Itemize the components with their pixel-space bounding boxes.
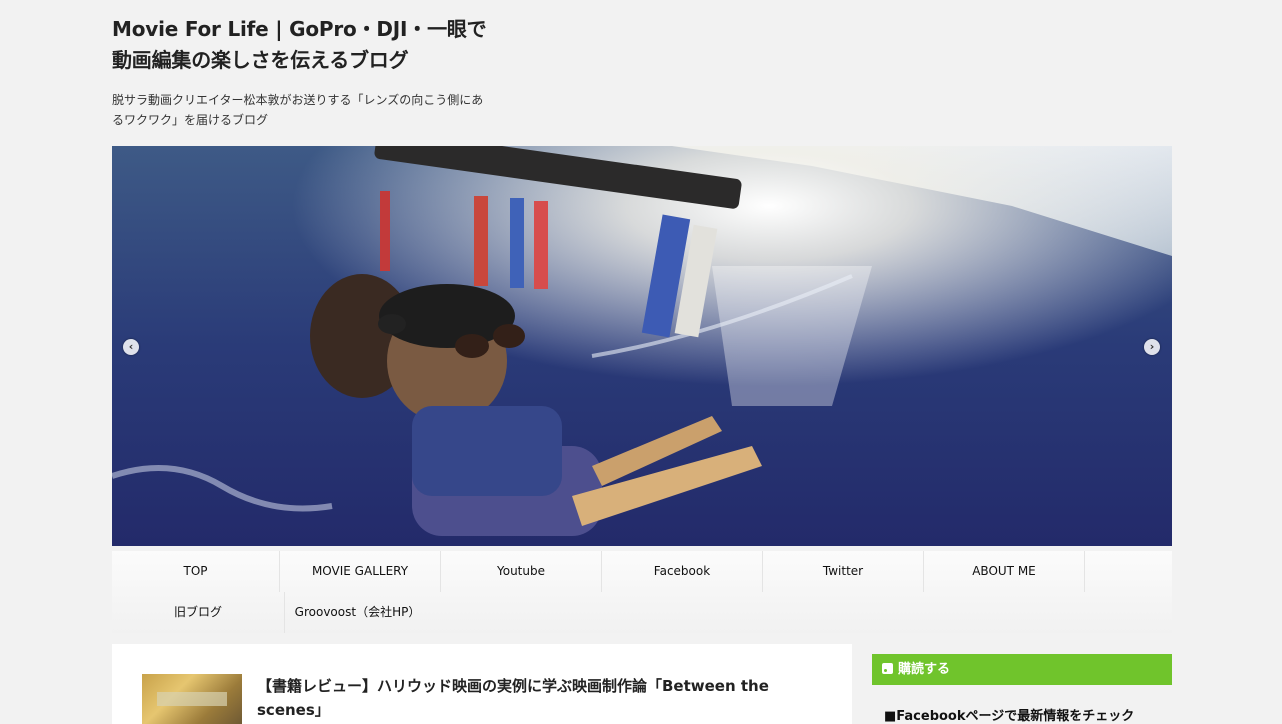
nav-item-movie-gallery[interactable]: MOVIE GALLERY bbox=[280, 551, 441, 592]
nav-item-twitter[interactable]: Twitter bbox=[763, 551, 924, 592]
nav-item-old-blog[interactable]: 旧ブログ bbox=[112, 592, 285, 633]
nav-item-about-me[interactable]: ABOUT ME bbox=[924, 551, 1085, 592]
hero-slider[interactable]: ‹ › bbox=[112, 146, 1172, 546]
sidebar-heading-label: 購読する bbox=[898, 662, 951, 677]
nav-item-company-hp[interactable]: Groovoost（会社HP） bbox=[285, 592, 430, 633]
nav-row-1: TOP MOVIE GALLERY Youtube Facebook Twitt… bbox=[112, 551, 1172, 592]
sidebar-subscribe-heading: 購読する bbox=[872, 654, 1172, 685]
rss-icon bbox=[882, 663, 893, 674]
site-title-line1[interactable]: Movie For Life | GoPro・DJI・一眼で bbox=[112, 17, 487, 41]
nav-item-youtube[interactable]: Youtube bbox=[441, 551, 602, 592]
chevron-left-icon: ‹ bbox=[128, 340, 134, 353]
nav-item-facebook[interactable]: Facebook bbox=[602, 551, 763, 592]
nav-item-top[interactable]: TOP bbox=[112, 551, 280, 592]
nav-row-2: 旧ブログ Groovoost（会社HP） bbox=[112, 592, 1172, 633]
post-title[interactable]: 【書籍レビュー】ハリウッド映画の実例に学ぶ映画制作論「Between the s… bbox=[257, 674, 827, 722]
chevron-right-icon: › bbox=[1149, 340, 1155, 353]
site-title[interactable]: Movie For Life | GoPro・DJI・一眼で 動画編集の楽しさを… bbox=[112, 14, 512, 76]
slider-prev-button[interactable]: ‹ bbox=[123, 339, 139, 355]
site-description: 脱サラ動画クリエイター松本敦がお送りする「レンズの向こう側にあるワクワク」を届け… bbox=[112, 93, 484, 127]
site-header: Movie For Life | GoPro・DJI・一眼で 動画編集の楽しさを… bbox=[112, 14, 512, 130]
slider-next-button[interactable]: › bbox=[1144, 339, 1160, 355]
sidebar-facebook-text: ■Facebookページで最新情報をチェック bbox=[884, 709, 1135, 724]
global-nav: TOP MOVIE GALLERY Youtube Facebook Twitt… bbox=[112, 551, 1172, 633]
main-content: 【書籍レビュー】ハリウッド映画の実例に学ぶ映画制作論「Between the s… bbox=[112, 644, 852, 724]
site-title-line2[interactable]: 動画編集の楽しさを伝えるブログ bbox=[112, 48, 409, 72]
hero-image bbox=[112, 146, 1172, 546]
